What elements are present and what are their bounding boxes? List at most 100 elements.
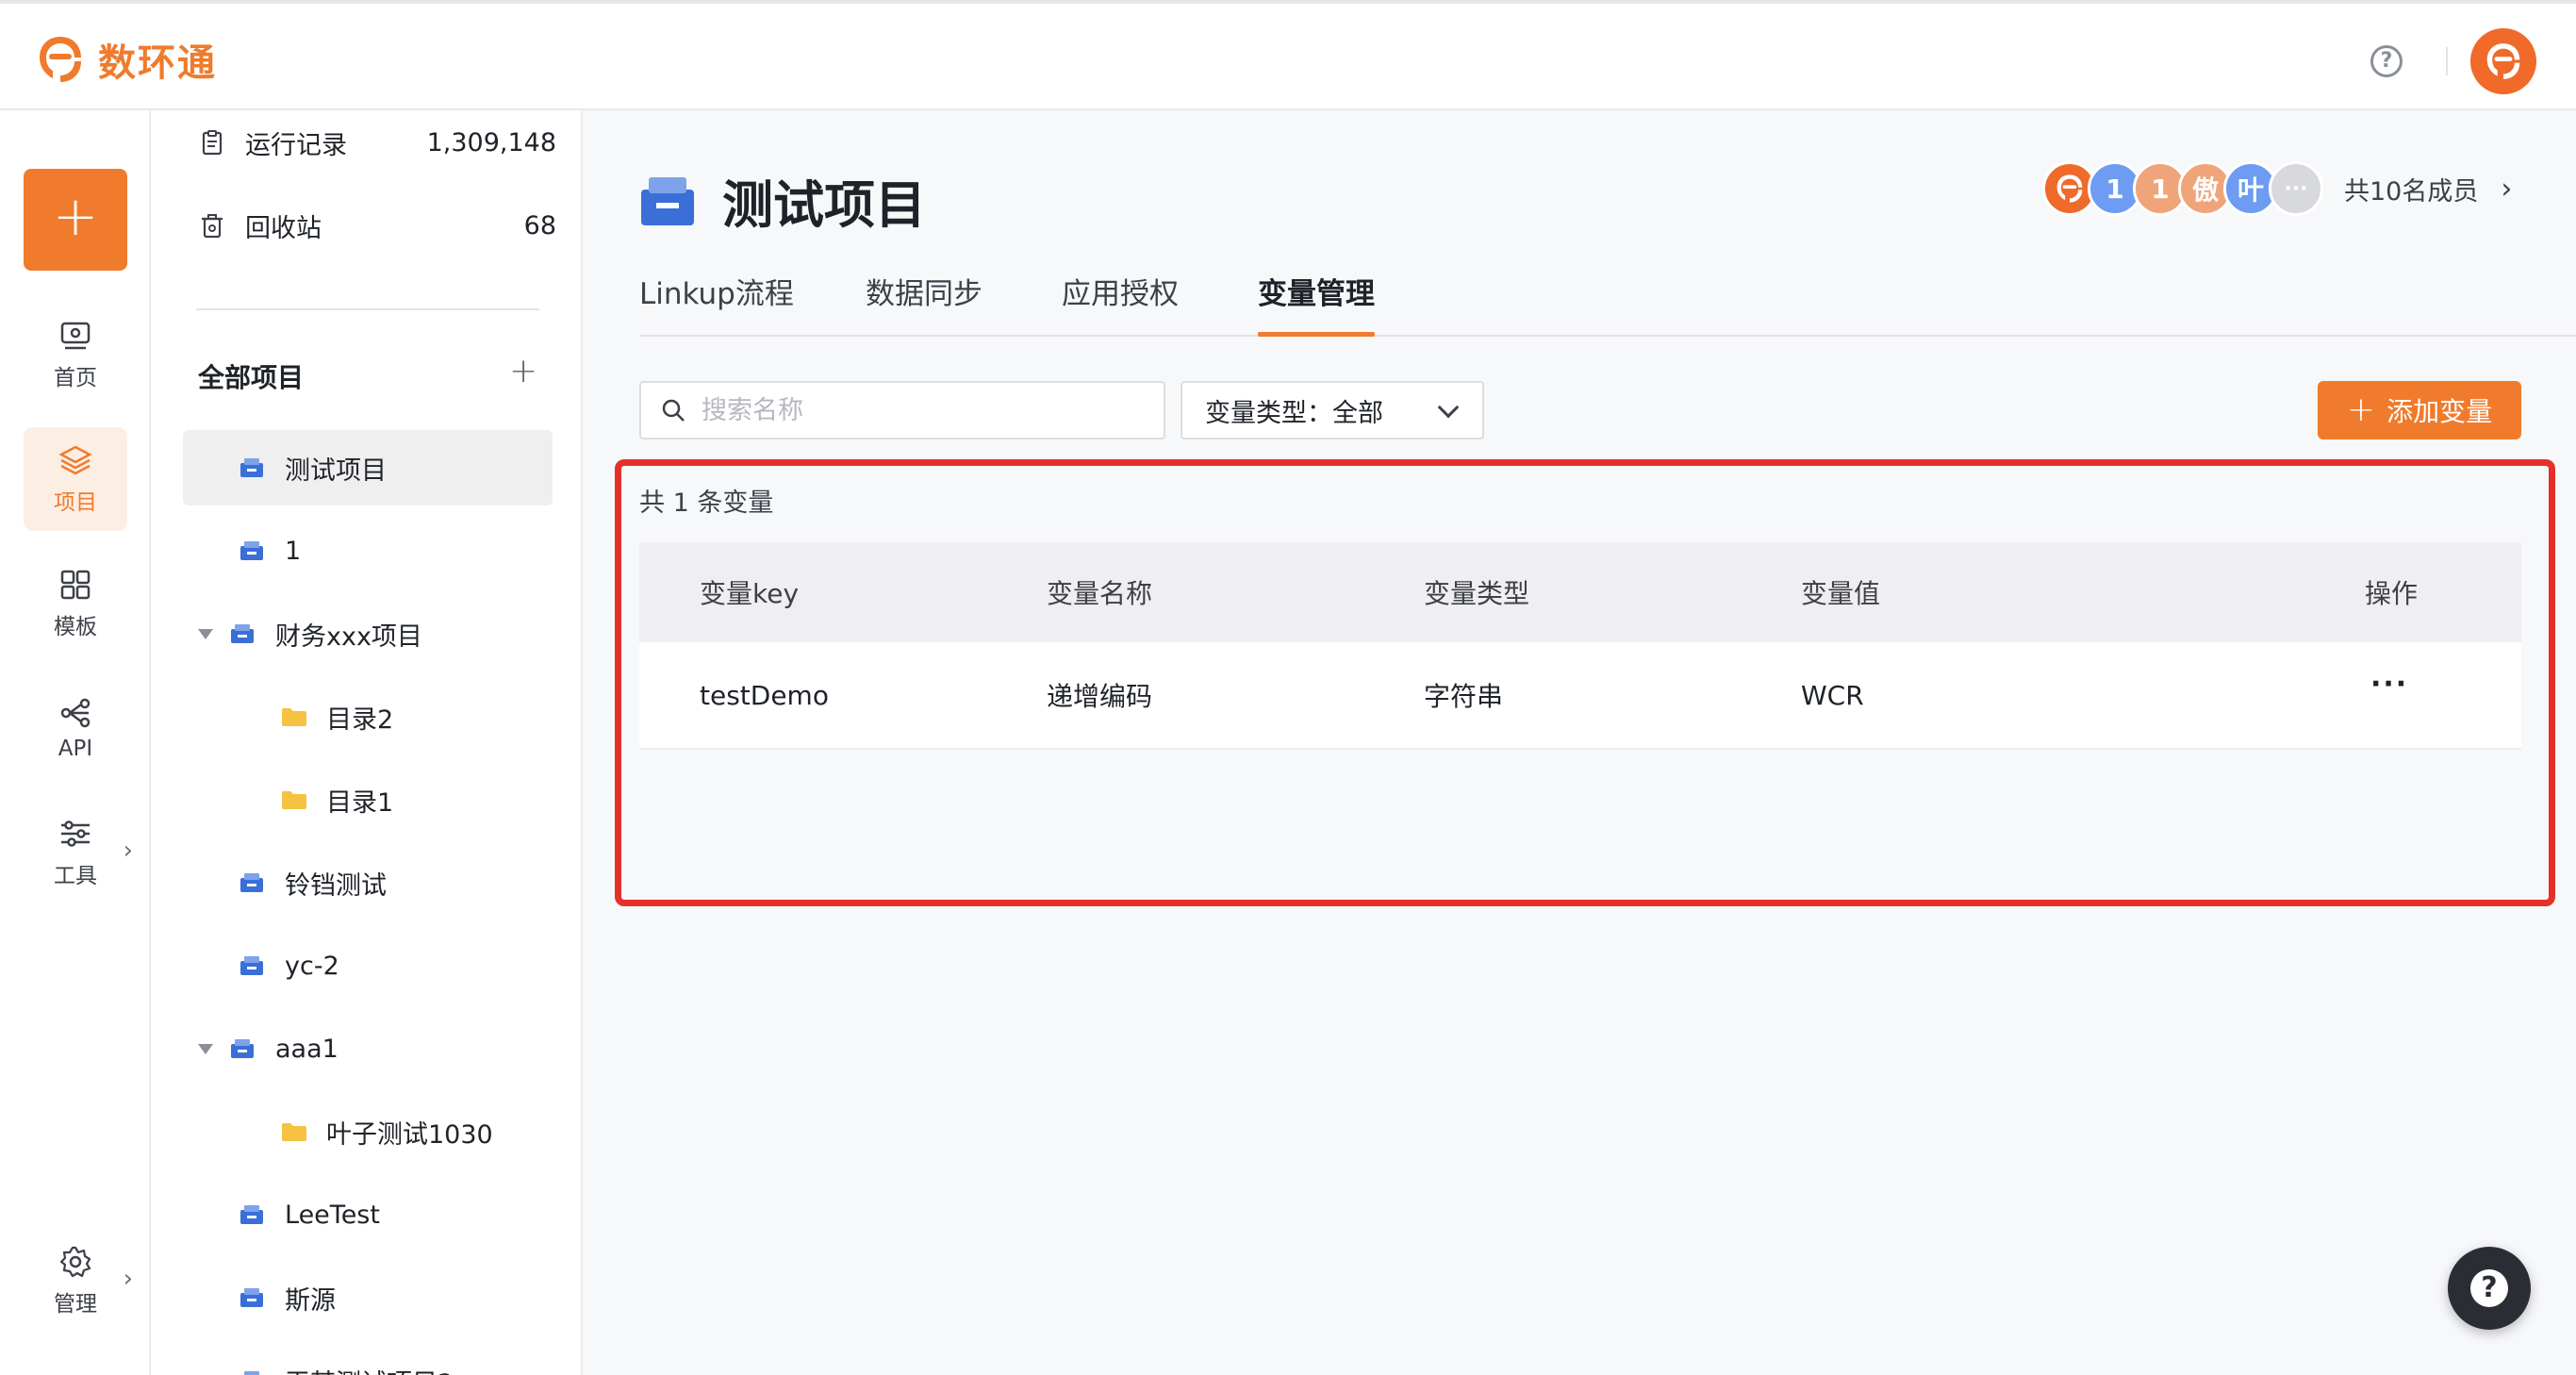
tab-data-sync[interactable]: 数据同步 — [866, 271, 983, 337]
api-icon — [58, 695, 93, 731]
caret-down-icon[interactable] — [198, 629, 213, 639]
tree-item-project[interactable]: LeeTest — [239, 1177, 380, 1252]
gear-icon — [58, 1244, 93, 1280]
rail-label-projects: 项目 — [54, 484, 97, 516]
tree-item-project[interactable]: 铃铛测试 — [239, 845, 387, 920]
project-icon — [239, 1204, 264, 1225]
recycle-bin-link[interactable]: 回收站 68 — [198, 197, 556, 254]
project-icon — [230, 1038, 255, 1059]
add-project-button[interactable]: + — [509, 352, 537, 390]
more-members-avatar: ··· — [2269, 161, 2323, 216]
grid-icon — [58, 567, 93, 603]
tree-item-label: 目录1 — [326, 782, 393, 819]
plus-icon: + — [2347, 396, 2375, 424]
search-box — [639, 381, 1165, 439]
project-icon — [239, 457, 264, 478]
tree-item-label: 铃铛测试 — [285, 865, 387, 902]
top-bar: 数环通 ? — [0, 0, 2576, 110]
recycle-bin-count: 68 — [524, 211, 556, 240]
sliders-icon — [58, 816, 93, 852]
cell-name: 递增编码 — [1047, 642, 1152, 748]
header-actions: 操作 — [2365, 542, 2418, 642]
project-icon — [230, 623, 255, 644]
run-log-label: 运行记录 — [245, 124, 347, 161]
tree-item-project[interactable]: yc-2 — [239, 928, 339, 1003]
project-members[interactable]: 1 1 傲 叶 ··· 共10名成员 › — [2042, 161, 2512, 216]
tab-app-auth[interactable]: 应用授权 — [1062, 271, 1179, 337]
tree-item-folder[interactable]: 叶子测试1030 — [281, 1094, 493, 1169]
rail-label-templates: 模板 — [54, 608, 97, 640]
help-question-icon: ? — [2470, 1269, 2508, 1307]
header-value: 变量值 — [1801, 542, 1880, 642]
header-type: 变量类型 — [1424, 542, 1529, 642]
rail-item-projects[interactable]: 项目 — [24, 427, 127, 531]
main-content: 测试项目 1 1 傲 叶 ··· 共10名成员 › Linkup流程 数据同步 … — [585, 110, 2576, 1375]
project-icon — [239, 540, 264, 561]
rail-item-home[interactable]: 首页 — [24, 303, 127, 406]
clipboard-icon — [198, 128, 226, 157]
tree-item-label: 斯源 — [285, 1280, 336, 1317]
table-row[interactable]: testDemo 递增编码 字符串 WCR ··· — [639, 642, 2521, 750]
rail-item-api[interactable]: API — [24, 676, 127, 780]
folder-icon — [281, 706, 307, 727]
tree-item-project[interactable]: 斯源 — [239, 1260, 336, 1335]
tree-item-project[interactable]: 王某测试项目2 — [239, 1343, 454, 1375]
rail-label-manage: 管理 — [54, 1285, 97, 1317]
caret-down-icon[interactable] — [198, 1044, 213, 1054]
add-variable-button[interactable]: + 添加变量 — [2318, 381, 2521, 439]
variable-count: 共 1 条变量 — [639, 482, 773, 519]
page-header: 测试项目 — [639, 163, 926, 238]
members-count: 共10名成员 — [2344, 171, 2478, 207]
tree-item-folder[interactable]: 目录1 — [281, 762, 393, 837]
user-avatar[interactable] — [2470, 28, 2536, 94]
home-icon — [58, 318, 93, 354]
variables-table: 变量key 变量名称 变量类型 变量值 操作 testDemo 递增编码 字符串… — [639, 542, 2521, 750]
tree-item-project[interactable]: 1 — [239, 513, 301, 588]
tree-item-label: aaa1 — [275, 1035, 339, 1064]
variable-type-select[interactable]: 变量类型：全部 — [1181, 381, 1484, 439]
avatar-logo-icon — [2483, 41, 2524, 82]
app-logo[interactable]: 数环通 — [36, 32, 217, 87]
help-icon[interactable]: ? — [2370, 45, 2403, 77]
tree-item-project[interactable]: aaa1 — [198, 1011, 339, 1086]
tab-linkup[interactable]: Linkup流程 — [639, 271, 794, 337]
project-icon — [239, 1287, 264, 1308]
more-actions-icon[interactable]: ··· — [2370, 631, 2408, 737]
run-log-count: 1,309,148 — [427, 128, 556, 157]
chevron-right-icon: › — [2501, 173, 2512, 206]
page-title: 测试项目 — [722, 163, 926, 238]
chevron-down-icon — [1438, 397, 1460, 419]
header-key: 变量key — [700, 542, 799, 642]
table-header: 变量key 变量名称 变量类型 变量值 操作 — [639, 542, 2521, 642]
rail-label-home: 首页 — [54, 359, 97, 391]
search-input[interactable] — [702, 396, 1135, 425]
tree-item-label: LeeTest — [285, 1201, 380, 1230]
trash-icon — [198, 211, 226, 240]
tree-item-project[interactable]: 测试项目 — [183, 430, 553, 505]
cell-value: WCR — [1801, 642, 1864, 748]
tree-item-project[interactable]: 财务xxx项目 — [198, 596, 422, 671]
tree-item-label: yc-2 — [285, 952, 339, 981]
folder-icon — [281, 1121, 307, 1142]
cell-key: testDemo — [700, 642, 829, 748]
tree-item-label: 测试项目 — [285, 450, 387, 487]
project-icon — [239, 1370, 264, 1375]
tab-variables[interactable]: 变量管理 — [1258, 271, 1375, 337]
layers-icon — [58, 442, 93, 478]
rail-item-tools[interactable]: 工具 › — [24, 801, 127, 904]
project-sidebar: 运行记录 1,309,148 回收站 68 全部项目 + 测试项目 1 财务xx… — [151, 110, 583, 1375]
rail-item-templates[interactable]: 模板 — [24, 552, 127, 655]
floating-help-button[interactable]: ? — [2448, 1247, 2531, 1330]
run-log-link[interactable]: 运行记录 1,309,148 — [198, 114, 556, 171]
rail-label-api: API — [58, 737, 92, 761]
logo-icon — [36, 33, 85, 86]
top-divider — [2446, 47, 2448, 75]
sidebar-divider — [196, 308, 539, 310]
rail-item-manage[interactable]: 管理 › — [24, 1229, 127, 1333]
recycle-bin-label: 回收站 — [245, 207, 322, 244]
header-name: 变量名称 — [1047, 542, 1152, 642]
tree-item-folder[interactable]: 目录2 — [281, 679, 393, 754]
tree-item-label: 王某测试项目2 — [285, 1363, 454, 1375]
project-icon — [639, 174, 696, 227]
create-new-button[interactable]: + — [24, 169, 127, 271]
